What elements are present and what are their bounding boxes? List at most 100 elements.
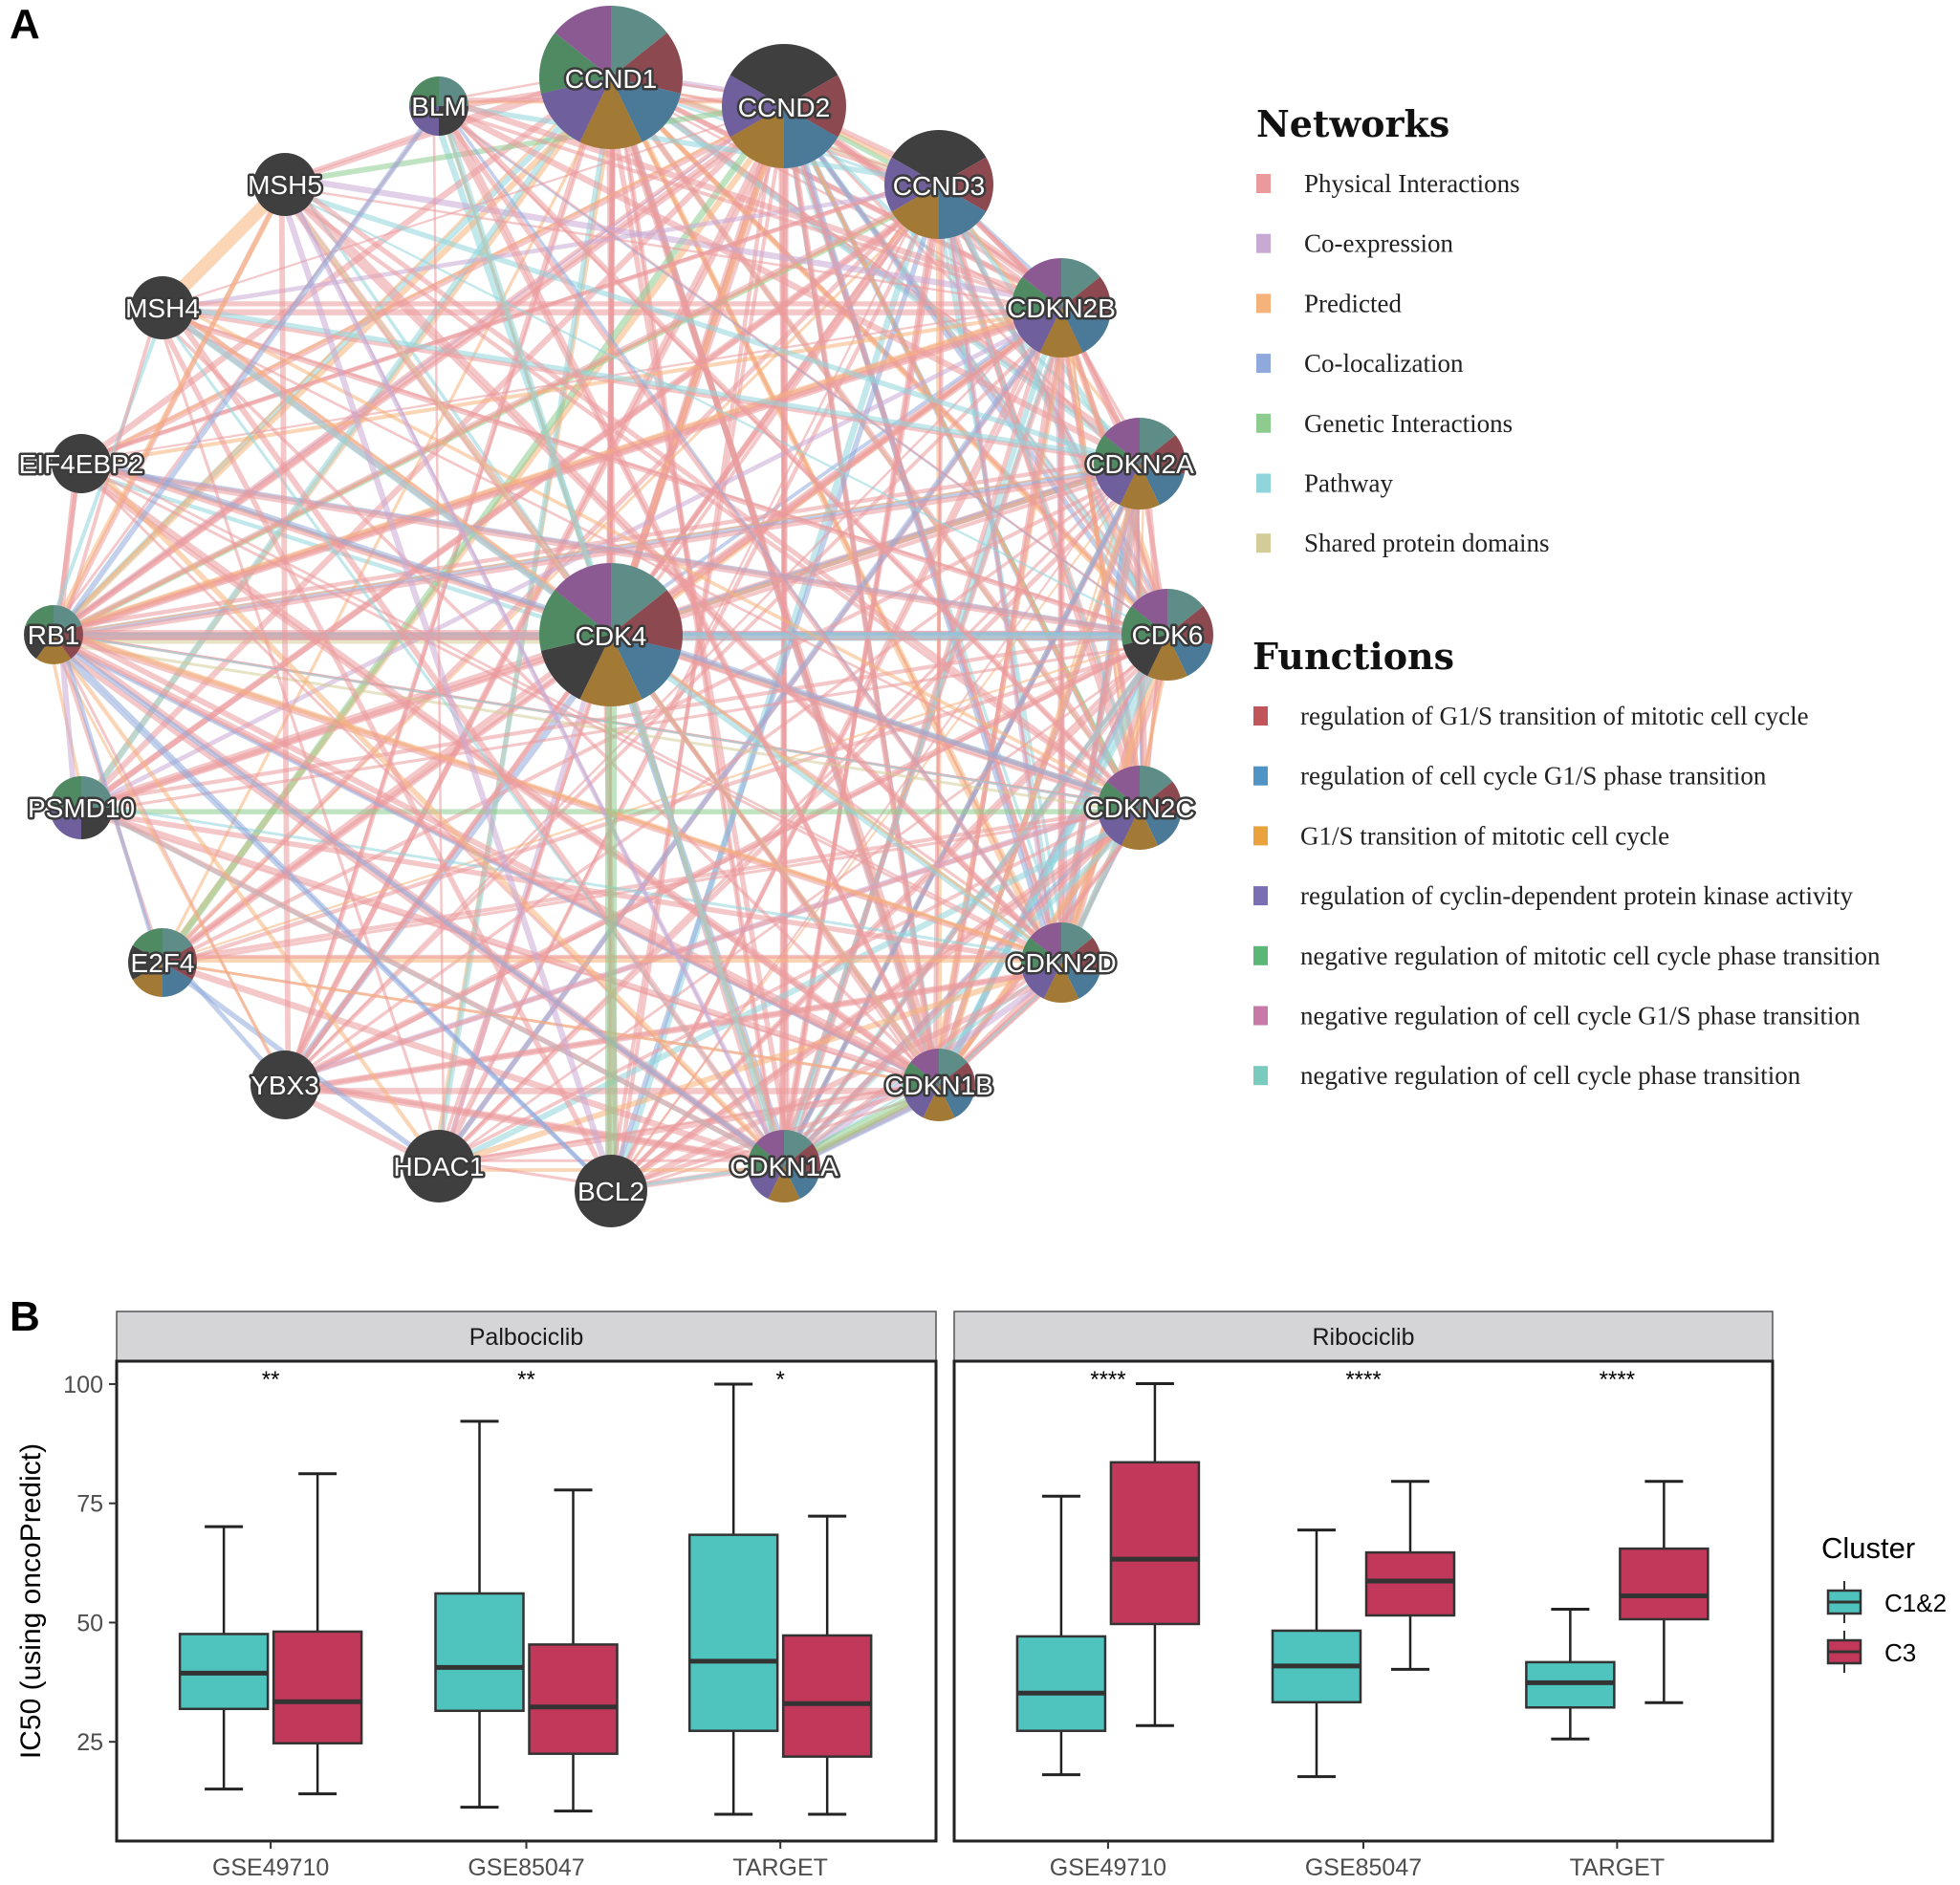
box-c1and2: [1015, 1494, 1107, 1777]
legend-label: Pathway: [1304, 469, 1393, 498]
cluster-legend: Cluster C1&2 C3: [1821, 1531, 1947, 1673]
networks-legend-title: Networks: [1256, 102, 1449, 145]
gene-label: EIF4EBP2: [19, 449, 144, 479]
networks-legend-item: Predicted: [1256, 289, 1402, 317]
gene-node-cdk6[interactable]: CDK6: [1122, 589, 1213, 681]
panel-b-letter: B: [10, 1293, 40, 1340]
networks-legend-item: Physical Interactions: [1256, 169, 1520, 198]
y-tick-label: 100: [63, 1372, 103, 1398]
legend-label: regulation of cell cycle G1/S phase tran…: [1300, 762, 1767, 791]
significance-label: **: [517, 1367, 535, 1393]
legend-swatch: [1256, 354, 1271, 374]
box-c1and2: [687, 1382, 779, 1816]
gene-node-ccnd3[interactable]: CCND3: [884, 130, 993, 239]
y-tick-label: 50: [76, 1610, 103, 1636]
legend-swatch: [1253, 826, 1268, 846]
y-tick-label: 75: [76, 1491, 103, 1518]
gene-node-ybx3[interactable]: YBX3: [249, 1051, 321, 1119]
legend-swatch: [1256, 533, 1271, 553]
gene-label: RB1: [28, 620, 79, 650]
x-tick-label: GSE85047: [1305, 1854, 1422, 1881]
networks-legend-item: Co-localization: [1256, 349, 1464, 378]
legend-label: negative regulation of cell cycle G1/S p…: [1300, 1002, 1861, 1030]
box-iqr: [1364, 1550, 1456, 1617]
box-c3: [1109, 1381, 1201, 1727]
legend-swatch: [1253, 706, 1268, 726]
legend-label: negative regulation of mitotic cell cycl…: [1300, 942, 1881, 970]
legend-label: Physical Interactions: [1304, 169, 1520, 198]
functions-legend-item: negative regulation of cell cycle phase …: [1253, 1061, 1801, 1090]
cluster-legend-item: C1&2: [1826, 1581, 1947, 1623]
box-iqr: [1619, 1547, 1710, 1621]
facet-strip-label: Palbociclib: [469, 1324, 584, 1351]
facet-ribociclib: Ribociclib GSE49710 **** GSE85047 **** TARGET…: [952, 1311, 1775, 1881]
gene-label: YBX3: [250, 1071, 319, 1100]
box-c3: [781, 1514, 873, 1816]
box-c3: [528, 1488, 619, 1813]
functions-legend-item: negative regulation of cell cycle G1/S p…: [1253, 1002, 1861, 1030]
gene-node-ccnd2[interactable]: CCND2: [722, 44, 847, 168]
box-c1and2: [178, 1525, 270, 1791]
panel-a-letter: A: [10, 1, 40, 48]
box-c1and2: [1525, 1607, 1616, 1741]
figure: A CDK4 CCND1 CCND2 CCND3 CDKN2B CDKN2A CDK6 CDK…: [10, 1, 1947, 1881]
panel-border: [115, 1359, 938, 1843]
cluster-legend-title: Cluster: [1821, 1531, 1915, 1565]
y-axis-title: IC50 (using oncoPredict): [15, 1443, 47, 1759]
legend-label: Co-localization: [1304, 349, 1464, 378]
gene-node-ccnd1[interactable]: CCND1: [539, 6, 684, 149]
box-iqr: [1015, 1635, 1107, 1732]
legend-swatch: [1256, 473, 1271, 493]
legend-swatch: [1253, 1006, 1268, 1026]
gene-label: CDK4: [576, 621, 647, 651]
gene-label: CCND3: [893, 171, 985, 201]
gene-label: BLM: [411, 92, 467, 121]
facet-strip-label: Ribociclib: [1313, 1324, 1415, 1351]
legend-swatch: [1256, 174, 1271, 193]
gene-node-blm[interactable]: BLM: [409, 76, 468, 136]
legend-label: regulation of G1/S transition of mitotic…: [1300, 702, 1809, 730]
legend-swatch: [1253, 766, 1268, 786]
box-c1and2: [434, 1419, 525, 1809]
gene-label: MSH4: [125, 293, 200, 323]
functions-legend-item: regulation of cell cycle G1/S phase tran…: [1253, 762, 1767, 791]
box-c3: [1619, 1480, 1710, 1704]
gene-node-bcl2[interactable]: BCL2: [575, 1155, 647, 1227]
networks-legend-item: Shared protein domains: [1256, 529, 1549, 557]
gene-label: E2F4: [131, 948, 195, 978]
functions-legend-item: regulation of G1/S transition of mitotic…: [1253, 702, 1809, 730]
gene-label: CDKN2C: [1084, 793, 1194, 823]
cluster-legend-item: C3: [1826, 1631, 1916, 1673]
gene-label: CDKN1A: [730, 1152, 838, 1181]
functions-legend-item: negative regulation of mitotic cell cycl…: [1253, 942, 1881, 970]
legend-label: G1/S transition of mitotic cell cycle: [1300, 821, 1669, 850]
gene-label: CCND1: [565, 64, 657, 94]
gene-node-e2f4[interactable]: E2F4: [128, 928, 197, 997]
facet-palbociclib: Palbociclib GSE49710 ** GSE85047 ** TARGET *: [115, 1311, 938, 1881]
x-tick-label: TARGET: [732, 1854, 828, 1881]
legend-label: negative regulation of cell cycle phase …: [1300, 1061, 1801, 1090]
box-iqr: [781, 1634, 873, 1758]
legend-swatch: [1256, 413, 1271, 433]
legend-swatch: [1253, 1066, 1268, 1086]
legend-swatch: [1256, 233, 1271, 253]
networks-legend-item: Pathway: [1256, 469, 1393, 498]
cluster-legend-label: C3: [1884, 1638, 1916, 1667]
x-tick-label: GSE49710: [212, 1854, 329, 1881]
significance-label: **: [262, 1367, 280, 1393]
gene-node-cdk4[interactable]: CDK4: [539, 563, 683, 707]
gene-node-rb1[interactable]: RB1: [23, 605, 83, 664]
boxplot-chart: Palbociclib GSE49710 ** GSE85047 ** TARGET * Ri…: [63, 1311, 1775, 1881]
legend-label: Co-expression: [1304, 229, 1453, 258]
gene-label: HDAC1: [394, 1152, 485, 1181]
box-iqr: [528, 1643, 619, 1755]
cluster-legend-label: C1&2: [1884, 1589, 1947, 1617]
legend-swatch: [1253, 886, 1268, 906]
significance-label: *: [775, 1367, 784, 1393]
legend-label: regulation of cyclin-dependent protein k…: [1300, 881, 1854, 910]
functions-legend-item: G1/S transition of mitotic cell cycle: [1253, 821, 1669, 850]
gene-label: CCND2: [738, 93, 830, 122]
y-tick-label: 25: [76, 1729, 103, 1756]
x-tick-label: TARGET: [1570, 1854, 1666, 1881]
networks-legend-item: Genetic Interactions: [1256, 409, 1513, 438]
